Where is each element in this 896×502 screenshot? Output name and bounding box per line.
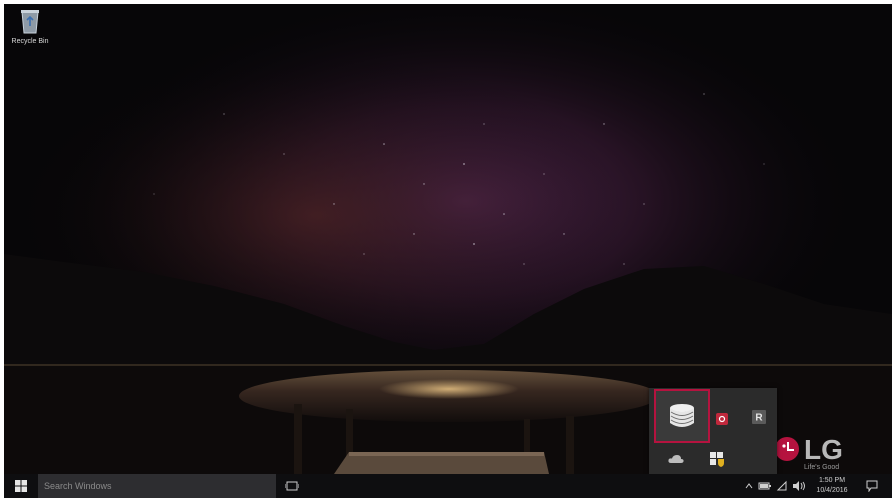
lg-control-center-tray-button[interactable]	[654, 389, 710, 443]
recycle-bin-icon	[21, 10, 39, 34]
r-app-letter: R	[755, 413, 763, 424]
lg-logo-text: LG	[804, 434, 843, 465]
r-app-tray-button[interactable]: R	[749, 407, 769, 427]
red-app-tray-button[interactable]	[712, 409, 732, 429]
network-icon[interactable]	[776, 474, 788, 498]
battery-icon[interactable]	[758, 474, 772, 498]
notifications-icon	[866, 480, 878, 492]
lg-face-logo-icon	[775, 437, 799, 461]
clock-time: 1:50 PM	[818, 477, 846, 484]
windows-logo-icon	[15, 480, 27, 492]
task-view-button[interactable]	[282, 474, 302, 498]
onedrive-cloud-icon	[668, 455, 684, 463]
start-button[interactable]	[4, 474, 38, 498]
action-center-button[interactable]	[860, 474, 884, 498]
recycle-bin-label: Recycle Bin	[11, 38, 49, 45]
r-app-icon: R	[752, 410, 766, 424]
chevron-up-icon[interactable]	[744, 474, 754, 498]
clock-date: 10/4/2016	[816, 487, 848, 494]
security-shield-icon	[710, 452, 724, 467]
red-app-icon	[716, 413, 728, 425]
volume-icon[interactable]	[792, 474, 806, 498]
taskbar-clock[interactable]: 1:50 PM 10/4/2016	[812, 476, 852, 496]
onedrive-tray-button[interactable]	[666, 449, 686, 469]
recycle-bin-shortcut[interactable]: Recycle Bin	[6, 8, 54, 58]
desktop-screen: Recycle Bin LG Life's Good R Search Wind…	[4, 4, 892, 498]
security-tray-button[interactable]	[707, 449, 727, 469]
task-view-icon	[285, 481, 299, 491]
lg-logo: LG Life's Good	[774, 432, 874, 480]
lg-tagline: Life's Good	[804, 464, 840, 471]
search-input[interactable]: Search Windows	[38, 474, 276, 498]
taskbar: Search Windows 1:50 PM 10/4/2016	[4, 474, 892, 498]
search-placeholder: Search Windows	[44, 481, 112, 491]
lg-control-center-icon	[670, 404, 694, 427]
